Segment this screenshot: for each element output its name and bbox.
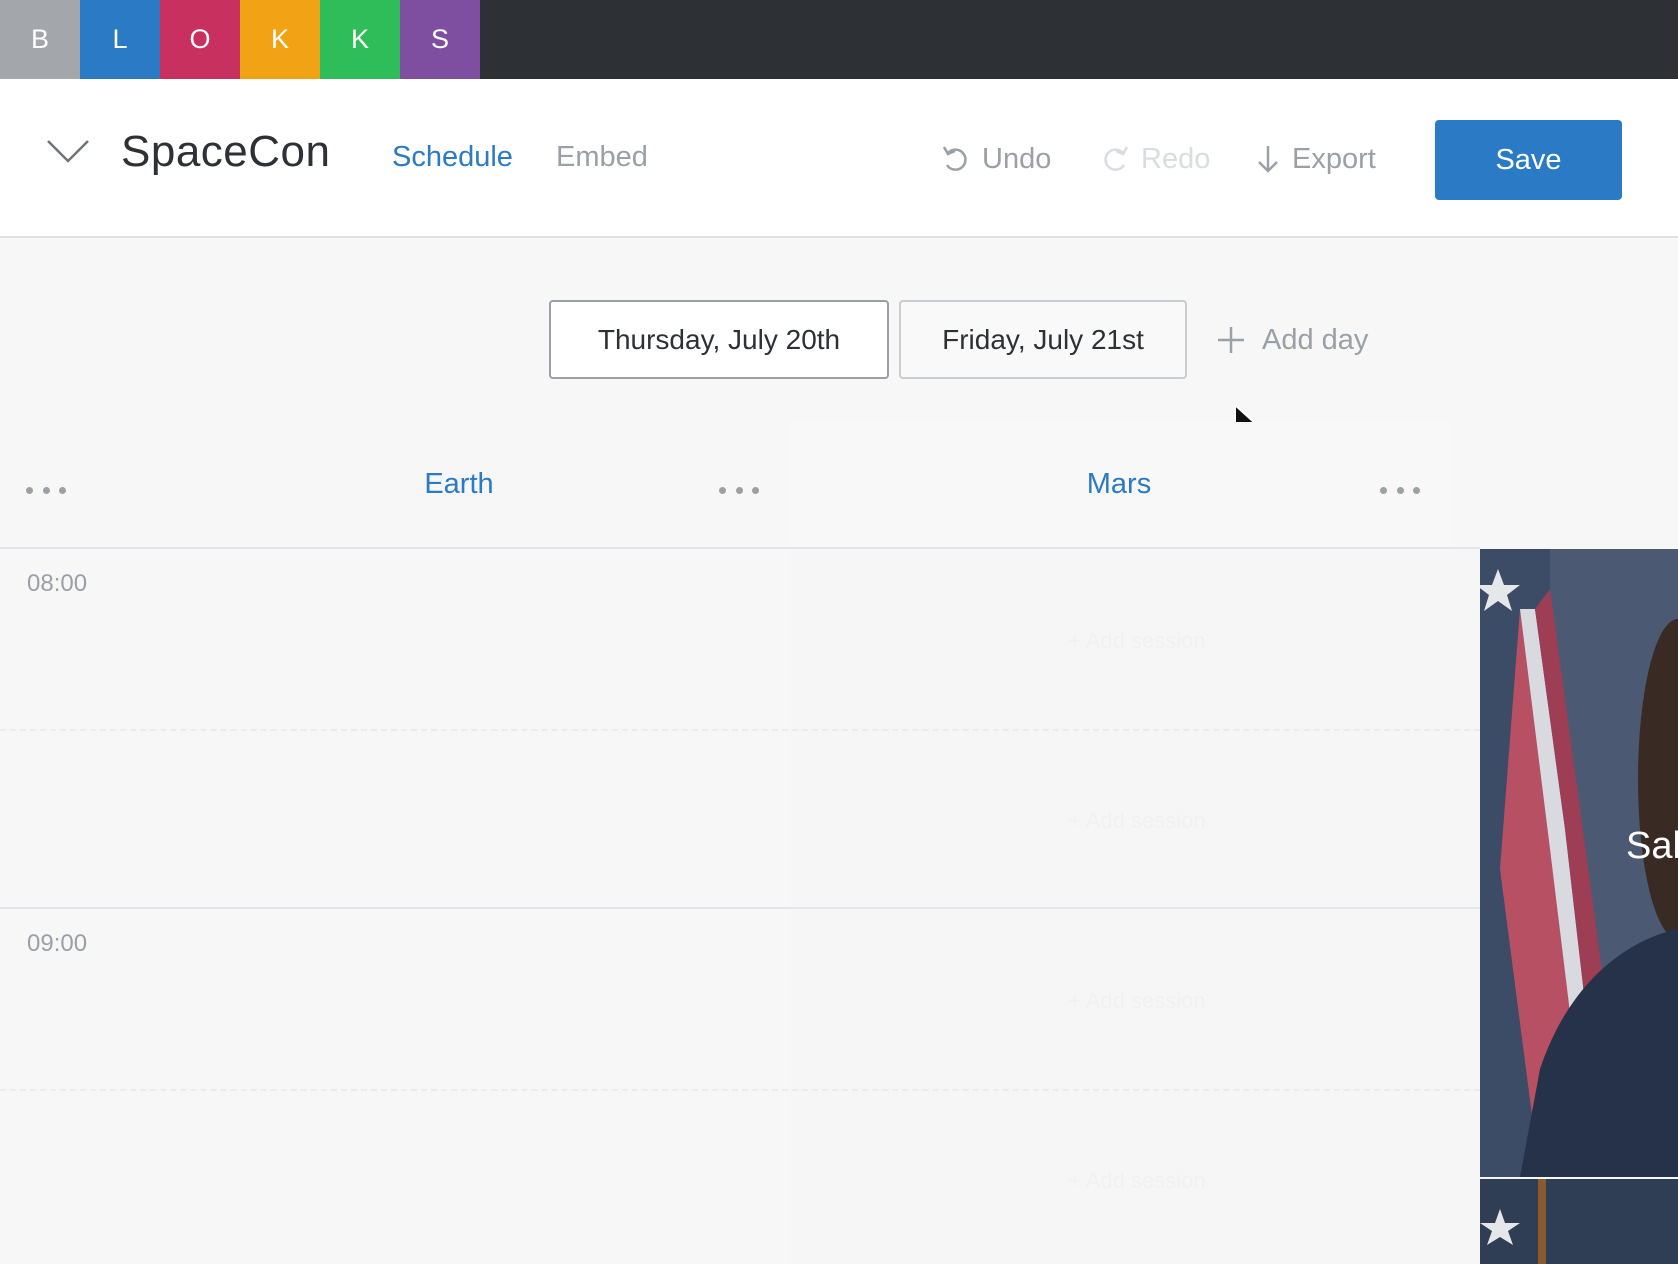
speaker-photo-2-illustration — [1480, 1179, 1678, 1264]
day-tab-thursday[interactable]: Thursday, July 20th — [549, 300, 889, 379]
redo-button[interactable]: Redo — [1101, 139, 1210, 179]
logo-tile-b: B — [0, 0, 80, 79]
tab-schedule[interactable]: Schedule — [392, 141, 513, 174]
add-session-slot[interactable]: + Add session — [1068, 808, 1206, 834]
undo-icon — [942, 146, 967, 171]
half-hour-line — [0, 1089, 1480, 1091]
mars-options-more-icon[interactable] — [1380, 478, 1420, 502]
row-options-more-icon[interactable] — [26, 478, 66, 502]
undo-button[interactable]: Undo — [942, 139, 1051, 179]
logo-tile-s: S — [400, 0, 480, 79]
logo-tile-o: O — [160, 0, 240, 79]
undo-label: Undo — [982, 142, 1052, 175]
add-session-slot[interactable]: + Add session — [1068, 1168, 1206, 1194]
project-title: SpaceCon — [121, 127, 331, 176]
save-button[interactable]: Save — [1435, 120, 1622, 200]
download-arrow-icon — [1258, 146, 1278, 173]
day-tab-friday[interactable]: Friday, July 21st — [899, 300, 1187, 379]
half-hour-line — [0, 729, 1480, 731]
add-day-button[interactable]: Add day — [1216, 318, 1368, 362]
redo-icon — [1104, 146, 1129, 171]
add-session-slot[interactable]: + Add session — [1068, 988, 1206, 1014]
export-button[interactable]: Export — [1256, 139, 1376, 179]
logo-tile-k2: K — [320, 0, 400, 79]
time-label-0900: 09:00 — [27, 930, 88, 957]
add-day-label: Add day — [1262, 323, 1369, 356]
redo-label: Redo — [1141, 142, 1211, 175]
add-session-slot[interactable]: + Add session — [1068, 628, 1206, 654]
logo-tile-k1: K — [240, 0, 320, 79]
speaker-photo-2[interactable] — [1480, 1179, 1678, 1264]
logo-tile-l: L — [80, 0, 160, 79]
earth-options-more-icon[interactable] — [719, 478, 759, 502]
export-label: Export — [1292, 142, 1376, 175]
time-label-0800: 08:00 — [27, 570, 88, 597]
brand-logo-bar: B L O K K S — [0, 0, 1678, 79]
track-name-earth[interactable]: Earth — [424, 468, 493, 501]
chevron-down-icon[interactable] — [46, 139, 90, 170]
track-name-mars[interactable]: Mars — [1087, 468, 1151, 501]
tab-embed[interactable]: Embed — [556, 141, 648, 174]
plus-icon — [1218, 327, 1244, 353]
hour-line — [0, 907, 1480, 909]
speaker-name: Sal — [1626, 825, 1678, 867]
app-header: SpaceCon Schedule Embed Undo Redo Export… — [0, 79, 1678, 238]
